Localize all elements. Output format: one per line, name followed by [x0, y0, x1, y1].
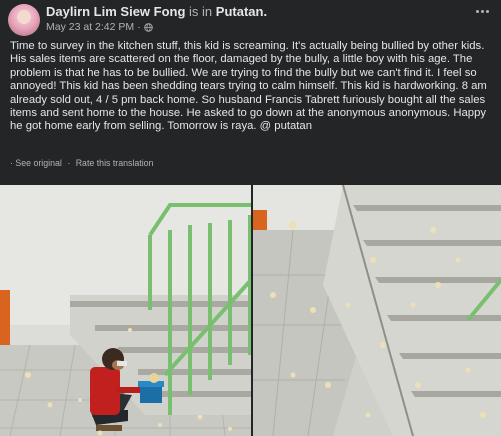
meta-separator: · — [137, 21, 141, 33]
is-in-text: is in — [189, 4, 213, 19]
location-name[interactable]: Putatan. — [216, 4, 267, 19]
see-original-link[interactable]: See original — [15, 158, 61, 168]
scattered-food-on-stairs-photo[interactable] — [253, 185, 501, 436]
post-header: Daylirn Lim Siew Fong is in Putatan. May… — [0, 0, 501, 36]
more-options-icon[interactable] — [471, 4, 493, 18]
globe-icon[interactable] — [143, 22, 153, 32]
author-name[interactable]: Daylirn Lim Siew Fong — [46, 4, 185, 19]
translation-links: · See original · Rate this translation — [10, 158, 153, 168]
dot-separator: · — [10, 158, 13, 168]
author-avatar[interactable] — [8, 4, 40, 36]
facebook-post: Daylirn Lim Siew Fong is in Putatan. May… — [0, 0, 501, 436]
boy-on-stairs-illustration — [0, 185, 251, 436]
post-date[interactable]: May 23 at 2:42 PM — [46, 21, 134, 33]
post-meta: May 23 at 2:42 PM · — [46, 21, 153, 33]
dot-separator-2: · — [67, 158, 71, 168]
scattered-food-illustration — [253, 185, 501, 436]
rate-translation-link[interactable]: Rate this translation — [76, 158, 154, 168]
boy-on-stairs-photo[interactable] — [0, 185, 251, 436]
author-line: Daylirn Lim Siew Fong is in Putatan. — [46, 4, 267, 19]
photo-grid — [0, 185, 501, 436]
post-text: Time to survey in the kitchen stuff, thi… — [10, 40, 487, 133]
